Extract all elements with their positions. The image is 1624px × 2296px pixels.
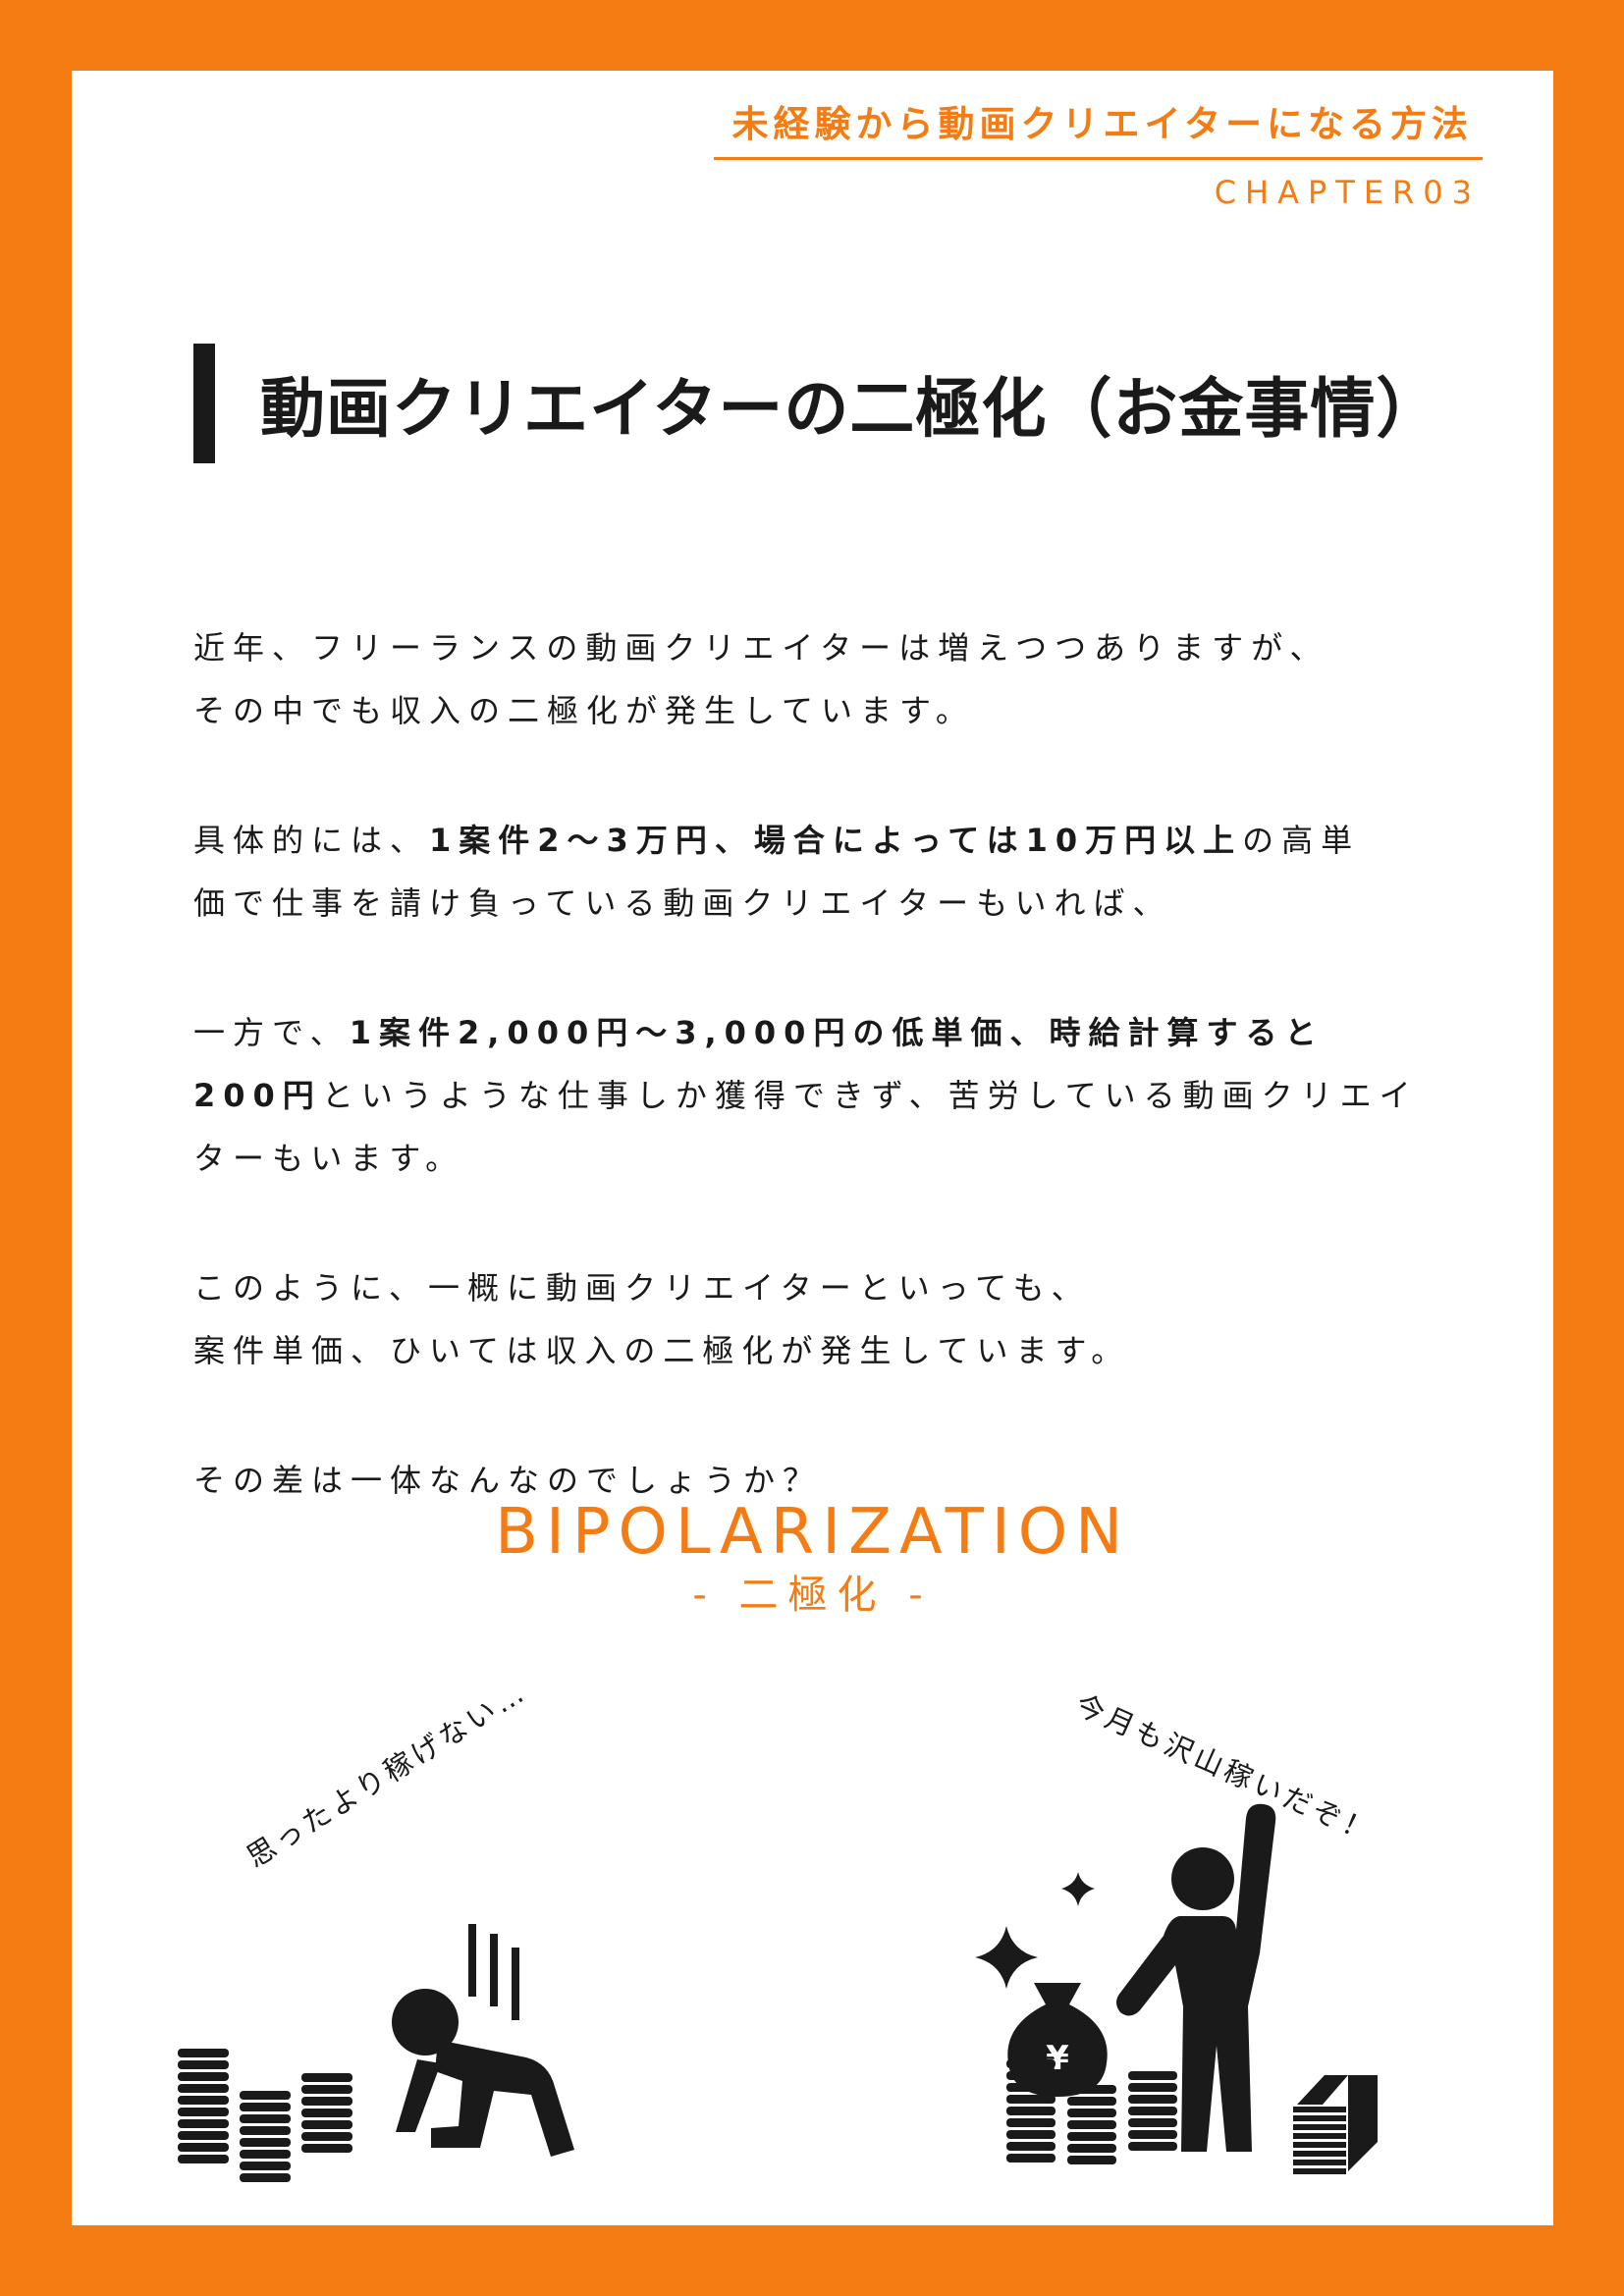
running-head: 未経験から動画クリエイターになる方法 CHAPTER03 bbox=[714, 94, 1483, 211]
body-text: 近年、フリーランスの動画クリエイターは増えつつありますが、 その中でも収入の二極… bbox=[193, 616, 1509, 1512]
illustration-left bbox=[178, 1924, 574, 2182]
text-line: 200円というような仕事しか獲得できず、苦労している動画クリエイ bbox=[193, 1064, 1509, 1127]
text-line: 具体的には、1案件2〜3万円、場合によっては10万円以上の高単 bbox=[193, 809, 1509, 872]
bipolarization-title-block: BIPOLARIZATION - 二極化 - bbox=[72, 1494, 1553, 1620]
paragraph-4: このように、一概に動画クリエイターといっても、 案件単価、ひいては収入の二極化が… bbox=[193, 1256, 1509, 1382]
text-line: 一方で、1案件2,000円〜3,000円の低単価、時給計算すると bbox=[193, 1001, 1509, 1064]
text-run: の高単 bbox=[1242, 822, 1361, 859]
running-title: 未経験から動画クリエイターになる方法 bbox=[714, 94, 1483, 160]
text-line: 価で仕事を請け負っている動画クリエイターもいれば、 bbox=[193, 884, 1172, 922]
text-line: ターもいます。 bbox=[193, 1140, 465, 1177]
illustration-right: ¥ bbox=[975, 1803, 1378, 2174]
coins-stack-icon bbox=[178, 2049, 352, 2182]
text-run: というような仕事しか獲得できず、苦労している動画クリエイ bbox=[321, 1077, 1419, 1114]
heading-bar bbox=[193, 344, 215, 463]
bipolarization-title: BIPOLARIZATION bbox=[495, 1496, 1130, 1569]
gloom-lines-icon bbox=[468, 1924, 519, 2020]
bipolarization-subtitle: - 二極化 - bbox=[692, 1573, 933, 1618]
emphasis-low-price: 1案件2,000円〜3,000円の低単価、時給計算すると bbox=[349, 1014, 1325, 1051]
section-heading: 動画クリエイターの二極化（お金事情） bbox=[193, 344, 1441, 463]
text-line: このように、一概に動画クリエイターといっても、 bbox=[193, 1269, 1091, 1307]
paragraph-1: 近年、フリーランスの動画クリエイターは増えつつありますが、 その中でも収入の二極… bbox=[193, 616, 1509, 742]
page: 未経験から動画クリエイターになる方法 CHAPTER03 動画クリエイターの二極… bbox=[72, 71, 1553, 2225]
text-line: その中でも収入の二極化が発生しています。 bbox=[193, 692, 975, 729]
cash-stack-icon bbox=[1293, 2075, 1378, 2174]
discouraged-person-icon bbox=[392, 1989, 574, 2157]
emphasis-hourly: 200円 bbox=[193, 1077, 322, 1114]
text-line: 案件単価、ひいては収入の二極化が発生しています。 bbox=[193, 1332, 1131, 1369]
emphasis-high-price: 1案件2〜3万円、場合によっては10万円以上 bbox=[429, 822, 1243, 859]
chapter-label: CHAPTER03 bbox=[1214, 174, 1481, 211]
text-run: 具体的には、 bbox=[193, 822, 430, 859]
text-line: 近年、フリーランスの動画クリエイターは増えつつありますが、 bbox=[193, 629, 1329, 667]
text-run: 一方で、 bbox=[193, 1014, 350, 1051]
paragraph-3: 一方で、1案件2,000円〜3,000円の低単価、時給計算すると 200円という… bbox=[193, 1001, 1509, 1190]
section-title: 動画クリエイターの二極化（お金事情） bbox=[260, 371, 1442, 447]
paragraph-2: 具体的には、1案件2〜3万円、場合によっては10万円以上の高単 価で仕事を請け負… bbox=[193, 809, 1509, 934]
